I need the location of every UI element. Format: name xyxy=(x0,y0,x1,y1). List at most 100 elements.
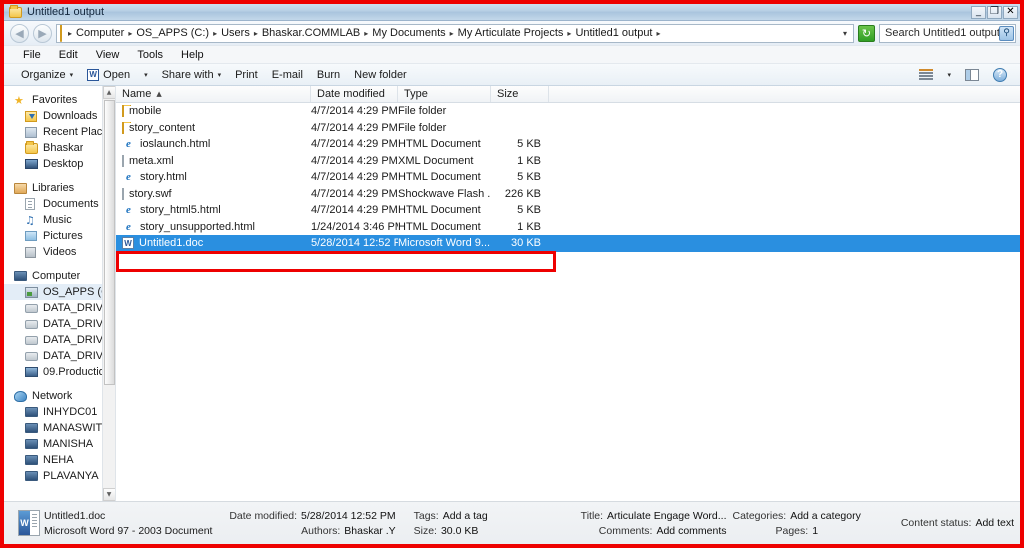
file-date: 4/7/2014 4:29 PM xyxy=(311,188,398,200)
sidebar-item-09-production[interactable]: 09.Production (\\ xyxy=(4,364,115,380)
scroll-down-button[interactable]: ▼ xyxy=(103,488,116,501)
burn-button[interactable]: Burn xyxy=(310,65,347,85)
table-row[interactable]: e story_unsupported.html 1/24/2014 3:46 … xyxy=(116,219,1020,236)
sidebar-item-downloads[interactable]: Downloads xyxy=(4,108,115,124)
organize-button[interactable]: Organize ▾ xyxy=(14,65,80,85)
column-header-date-modified[interactable]: Date modified xyxy=(311,86,398,102)
refresh-icon[interactable]: ↻ xyxy=(858,25,875,42)
help-button[interactable]: ? xyxy=(986,65,1014,85)
new-folder-button[interactable]: New folder xyxy=(347,65,414,85)
details-authors-row[interactable]: Authors: Bhaskar .Y xyxy=(212,525,396,537)
table-row[interactable]: e story_html5.html 4/7/2014 4:29 PM HTML… xyxy=(116,202,1020,219)
menu-item-view[interactable]: View xyxy=(87,49,129,61)
column-header-size[interactable]: Size xyxy=(491,86,549,102)
view-dropdown-button[interactable]: ▾ xyxy=(940,65,958,85)
menu-item-edit[interactable]: Edit xyxy=(50,49,87,61)
sidebar-item-plavanya[interactable]: PLAVANYA xyxy=(4,468,115,484)
sidebar-item-pictures[interactable]: Pictures xyxy=(4,228,115,244)
breadcrumb-item-os-apps[interactable]: OS_APPS (C:) xyxy=(134,27,211,39)
forward-button[interactable]: ▶ xyxy=(33,24,52,43)
nav-header-libraries[interactable]: Libraries xyxy=(4,180,115,196)
scroll-up-button[interactable]: ▲ xyxy=(103,86,116,99)
minimize-button[interactable]: _ xyxy=(971,6,986,19)
search-icon[interactable]: ⚲ xyxy=(999,26,1014,41)
details-comments-row[interactable]: Comments: Add comments xyxy=(577,525,726,537)
breadcrumb-item-computer[interactable]: Computer xyxy=(74,27,126,39)
details-authors-value[interactable]: Bhaskar .Y xyxy=(344,525,395,537)
share-with-button[interactable]: Share with ▾ xyxy=(155,65,229,85)
details-content-status-row[interactable]: Content status: Add text xyxy=(901,517,1014,529)
sidebar-item-manaswitha[interactable]: MANASWITHA xyxy=(4,420,115,436)
address-dropdown-icon[interactable]: ▾ xyxy=(841,29,851,38)
details-content-status-value[interactable]: Add text xyxy=(975,517,1014,529)
restore-button[interactable]: ❐ xyxy=(987,6,1002,19)
breadcrumb: ▸ Computer ▸ OS_APPS (C:) ▸ Users ▸ Bhas… xyxy=(66,27,841,39)
network-icon xyxy=(14,391,28,402)
email-button[interactable]: E-mail xyxy=(265,65,310,85)
sidebar-item-videos[interactable]: Videos xyxy=(4,244,115,260)
sidebar-item-manisha[interactable]: MANISHA xyxy=(4,436,115,452)
table-row[interactable]: mobile 4/7/2014 4:29 PM File folder xyxy=(116,103,1020,120)
details-tags-row[interactable]: Tags: Add a tag xyxy=(414,510,499,522)
details-file-name: Untitled1.doc xyxy=(44,510,194,522)
table-row[interactable]: e story.html 4/7/2014 4:29 PM HTML Docum… xyxy=(116,169,1020,186)
file-size: 5 KB xyxy=(491,138,549,150)
back-button[interactable]: ◀ xyxy=(10,24,29,43)
navigation-scrollbar[interactable]: ▲ ▼ xyxy=(102,86,115,501)
details-categories-row[interactable]: Categories: Add a category xyxy=(733,510,861,522)
chevron-down-icon: ▾ xyxy=(144,71,148,79)
sidebar-item-data-drive2-f[interactable]: DATA_DRIVE2 (F: xyxy=(4,332,115,348)
sidebar-item-data-drive1-e[interactable]: DATA_DRIVE1 (E: xyxy=(4,316,115,332)
scrollbar-thumb[interactable] xyxy=(104,100,115,385)
nav-header-computer[interactable]: Computer xyxy=(4,268,115,284)
internet-explorer-icon: e xyxy=(122,204,135,216)
internet-explorer-icon: e xyxy=(122,221,135,233)
column-header-type[interactable]: Type xyxy=(398,86,491,102)
sidebar-item-music[interactable]: ♫ Music xyxy=(4,212,115,228)
sidebar-item-os-apps[interactable]: OS_APPS (C:) xyxy=(4,284,115,300)
details-tags-value[interactable]: Add a tag xyxy=(443,510,488,522)
sidebar-item-documents[interactable]: Documents xyxy=(4,196,115,212)
menu-item-tools[interactable]: Tools xyxy=(128,49,172,61)
sidebar-item-data-drive-d[interactable]: DATA_DRIVE (D:) xyxy=(4,300,115,316)
breadcrumb-item-bhaskar-commlab[interactable]: Bhaskar.COMMLAB xyxy=(260,27,362,39)
details-title-value[interactable]: Articulate Engage Word... xyxy=(607,510,726,522)
breadcrumb-item-my-documents[interactable]: My Documents xyxy=(370,27,447,39)
table-row-selected[interactable]: W Untitled1.doc 5/28/2014 12:52 PM Micro… xyxy=(116,235,1020,252)
breadcrumb-folder-icon xyxy=(60,24,62,42)
file-name: meta.xml xyxy=(129,155,174,167)
change-view-button[interactable] xyxy=(912,65,940,85)
sidebar-item-data-drive3-g[interactable]: DATA_DRIVE3 (G xyxy=(4,348,115,364)
column-header-label: Name xyxy=(122,88,151,100)
search-input[interactable]: Search Untitled1 output xyxy=(885,27,999,39)
breadcrumb-bar[interactable]: ▸ Computer ▸ OS_APPS (C:) ▸ Users ▸ Bhas… xyxy=(56,24,854,43)
sidebar-item-inhydc01[interactable]: INHYDC01 xyxy=(4,404,115,420)
open-button[interactable]: W Open xyxy=(80,65,137,85)
table-row[interactable]: e ioslaunch.html 4/7/2014 4:29 PM HTML D… xyxy=(116,136,1020,153)
table-row[interactable]: meta.xml 4/7/2014 4:29 PM XML Document 1… xyxy=(116,153,1020,170)
menu-item-file[interactable]: File xyxy=(14,49,50,61)
open-dropdown-button[interactable]: ▾ xyxy=(137,65,155,85)
breadcrumb-item-users[interactable]: Users xyxy=(219,27,252,39)
nav-header-network[interactable]: Network xyxy=(4,388,115,404)
search-box[interactable]: Search Untitled1 output ⚲ xyxy=(879,24,1016,43)
details-comments-value[interactable]: Add comments xyxy=(656,525,726,537)
table-row[interactable]: story_content 4/7/2014 4:29 PM File fold… xyxy=(116,120,1020,137)
breadcrumb-item-my-articulate-projects[interactable]: My Articulate Projects xyxy=(456,27,566,39)
sidebar-item-desktop[interactable]: Desktop xyxy=(4,156,115,172)
details-categories-value[interactable]: Add a category xyxy=(790,510,861,522)
details-title-row[interactable]: Title: Articulate Engage Word... xyxy=(577,510,726,522)
file-date: 4/7/2014 4:29 PM xyxy=(311,105,398,117)
preview-pane-button[interactable] xyxy=(958,65,986,85)
sidebar-item-bhaskar[interactable]: Bhaskar xyxy=(4,140,115,156)
column-header-name[interactable]: Name ▲ xyxy=(116,86,311,102)
close-button[interactable]: ✕ xyxy=(1003,6,1018,19)
sidebar-item-neha[interactable]: NEHA xyxy=(4,452,115,468)
breadcrumb-item-untitled1-output[interactable]: Untitled1 output xyxy=(573,27,654,39)
print-button[interactable]: Print xyxy=(228,65,265,85)
details-date-authors: Date modified: 5/28/2014 12:52 PM Author… xyxy=(212,510,396,537)
menu-item-help[interactable]: Help xyxy=(172,49,213,61)
nav-header-favorites[interactable]: ★ Favorites xyxy=(4,92,115,108)
sidebar-item-recent-places[interactable]: Recent Places xyxy=(4,124,115,140)
table-row[interactable]: story.swf 4/7/2014 4:29 PM Shockwave Fla… xyxy=(116,186,1020,203)
